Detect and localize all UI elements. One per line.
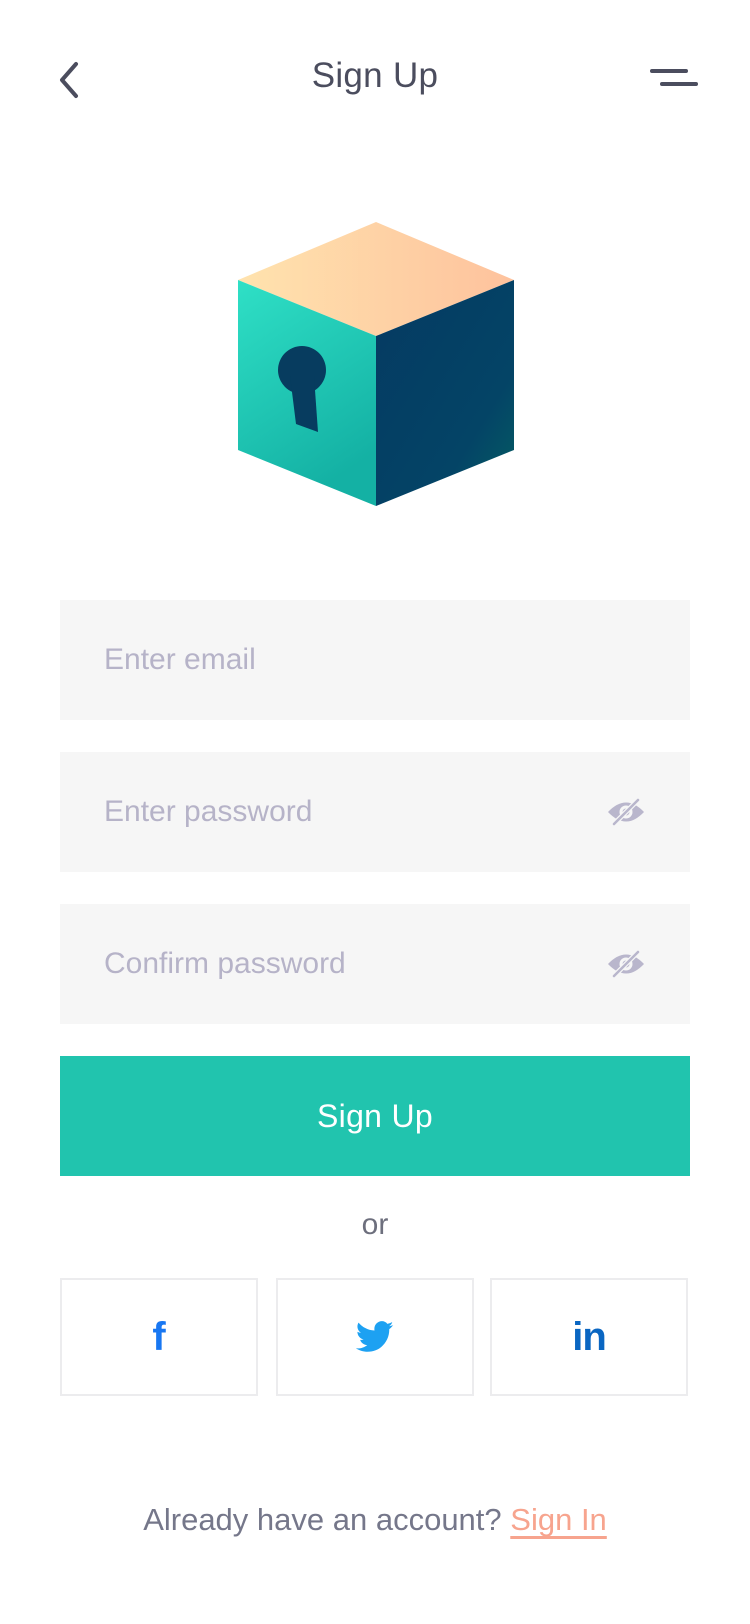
confirm-password-field-container [60, 904, 690, 1024]
email-field-container [60, 600, 690, 720]
sign-in-prompt-text: Already have an account? [143, 1502, 502, 1537]
facebook-login-button[interactable]: f [60, 1278, 258, 1396]
or-divider: or [361, 1208, 389, 1241]
linkedin-login-button[interactable]: in [490, 1278, 688, 1396]
locked-cube-icon [238, 222, 514, 506]
eye-off-icon [608, 950, 644, 978]
menu-icon [650, 69, 698, 86]
page-title: Sign Up [311, 56, 439, 95]
sign-up-button[interactable]: Sign Up [60, 1056, 690, 1176]
locked-cube-illustration [234, 218, 516, 508]
facebook-icon: f [152, 1315, 166, 1359]
confirm-password-field[interactable] [104, 947, 606, 981]
password-field[interactable] [104, 795, 606, 829]
header: Sign Up [0, 0, 750, 170]
twitter-icon [356, 1321, 394, 1352]
toggle-confirm-visibility[interactable] [606, 944, 646, 984]
sign-in-link[interactable]: Sign In [510, 1502, 607, 1537]
twitter-login-button[interactable] [276, 1278, 474, 1396]
password-field-container [60, 752, 690, 872]
eye-off-icon [608, 798, 644, 826]
sign-in-prompt: Already have an account? Sign In [0, 1502, 750, 1538]
menu-button[interactable] [650, 62, 698, 102]
email-field[interactable] [104, 643, 646, 677]
linkedin-icon: in [572, 1315, 607, 1359]
toggle-password-visibility[interactable] [606, 792, 646, 832]
